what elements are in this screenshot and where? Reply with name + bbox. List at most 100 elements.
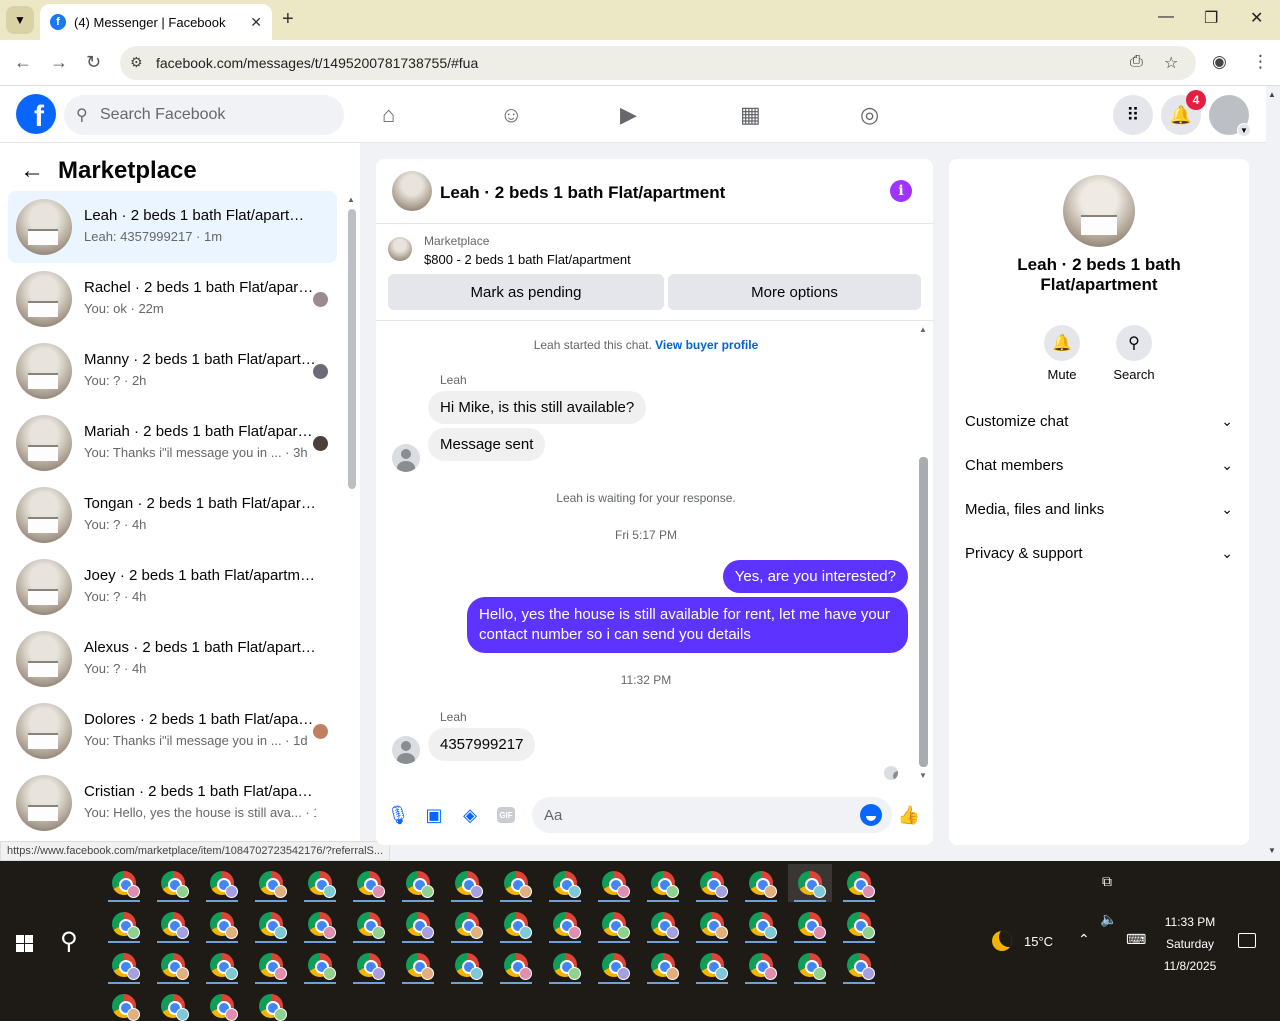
chrome-profile-icon[interactable] [347,946,391,984]
incoming-message[interactable]: Hi Mike, is this still available? [428,391,647,424]
emoji-icon[interactable] [860,804,882,826]
video-icon[interactable]: ▶ [620,102,637,128]
conversation-item[interactable]: Rachel · 2 beds 1 bath Flat/apartment Yo… [8,263,337,335]
chrome-profile-icon[interactable] [543,946,587,984]
conversation-item[interactable]: Leah · 2 beds 1 bath Flat/apartment Leah… [8,191,337,263]
chrome-profile-icon[interactable] [788,864,832,902]
mute-button[interactable]: 🔔 Mute [1032,325,1092,382]
chrome-profile-icon[interactable] [592,946,636,984]
windows-start-icon[interactable] [16,935,33,952]
menu-kebab-icon[interactable]: ⋮ [1252,52,1269,72]
back-icon[interactable]: ← [14,52,32,73]
incoming-message[interactable]: Message sent [428,428,546,461]
view-buyer-profile-link[interactable]: View buyer profile [655,338,758,352]
chrome-profile-icon[interactable] [347,905,391,943]
conversation-item[interactable]: Dolores · 2 beds 1 bath Flat/apartment Y… [8,695,337,767]
sender-avatar[interactable] [392,444,420,472]
taskbar-app-icon[interactable] [102,864,146,902]
profile-icon[interactable]: ◉ [1212,52,1227,72]
chrome-profile-icon[interactable] [494,905,538,943]
menu-grid-icon[interactable]: ⠿ [1113,95,1153,135]
chrome-profile-icon[interactable] [788,946,832,984]
chat-scroll-up-icon[interactable]: ▲ [919,325,927,334]
chrome-profile-icon[interactable] [592,905,636,943]
chat-scrollbar[interactable] [919,457,928,767]
thumbs-up-icon[interactable]: 👍 [898,804,920,826]
chrome-profile-icon[interactable] [641,905,685,943]
chrome-profile-icon[interactable] [151,946,195,984]
notification-center-icon[interactable] [1238,933,1256,948]
sidebar-scrollbar[interactable] [348,209,356,489]
system-clock[interactable]: 11:33 PM Saturday 11/8/2025 [1150,911,1230,977]
tab-search-icon[interactable]: ▼ [6,6,34,34]
sidebar-scroll-up-icon[interactable]: ▲ [347,195,355,204]
site-settings-icon[interactable]: ⚙ [130,54,143,71]
chrome-profile-icon[interactable] [200,946,244,984]
chrome-profile-icon[interactable] [690,946,734,984]
media-files-links-row[interactable]: Media, files and links ⌄ [965,487,1233,531]
chrome-profile-icon[interactable] [690,864,734,902]
bookmark-star-icon[interactable]: ☆ [1164,53,1178,73]
chrome-profile-icon[interactable] [788,905,832,943]
chrome-profile-icon[interactable] [249,864,293,902]
outgoing-message[interactable]: Hello, yes the house is still available … [467,597,908,653]
chrome-profile-icon[interactable] [592,864,636,902]
show-hidden-icons-chevron-icon[interactable]: ⌃ [1078,931,1090,948]
reload-icon[interactable]: ↻ [86,52,101,73]
info-icon[interactable]: i [890,180,912,202]
chrome-profile-icon[interactable] [494,946,538,984]
forward-icon[interactable]: → [50,52,68,73]
chrome-profile-icon[interactable] [396,905,440,943]
chrome-profile-icon[interactable] [249,905,293,943]
keyboard-icon[interactable]: ⌨ [1126,931,1146,948]
restore-icon[interactable]: ❐ [1204,8,1218,28]
chrome-profile-icon[interactable] [102,946,146,984]
account-avatar[interactable]: ▼ [1209,95,1251,137]
chrome-profile-icon[interactable] [445,864,489,902]
chrome-profile-icon[interactable] [494,864,538,902]
outgoing-message[interactable]: Yes, are you interested? [722,560,908,593]
sender-avatar[interactable] [392,736,420,764]
facebook-search-input[interactable]: ⚲ Search Facebook [64,95,344,135]
mark-as-pending-button[interactable]: Mark as pending [388,274,664,310]
chrome-profile-icon[interactable] [641,864,685,902]
chat-title[interactable]: Leah · 2 beds 1 bath Flat/apartment [440,183,725,203]
meet-now-icon[interactable]: ⧉ [1102,873,1112,890]
window-close-icon[interactable]: ✕ [1250,8,1263,28]
tab-close-icon[interactable]: ✕ [250,14,262,31]
chrome-profile-icon[interactable] [200,905,244,943]
facebook-logo-icon[interactable]: f [16,94,56,134]
chrome-profile-icon[interactable] [396,946,440,984]
conversation-item[interactable]: Tongan · 2 beds 1 bath Flat/apartment Yo… [8,479,337,551]
gif-icon[interactable]: GIF [497,807,515,823]
taskbar-search-icon[interactable]: ⚲ [60,927,78,956]
chrome-profile-icon[interactable] [543,905,587,943]
page-scroll-down-icon[interactable]: ▼ [1268,846,1276,855]
chrome-profile-icon[interactable] [200,864,244,902]
chrome-profile-icon[interactable] [298,864,342,902]
chrome-profile-icon[interactable] [445,946,489,984]
page-scroll-up-icon[interactable]: ▲ [1268,90,1276,99]
chrome-profile-icon[interactable] [151,987,195,1021]
conversation-item[interactable]: Joey · 2 beds 1 bath Flat/apartment You:… [8,551,337,623]
listing-thumbnail[interactable] [388,237,412,261]
marketplace-icon[interactable]: ▦ [740,102,761,128]
gaming-icon[interactable]: ◎ [860,102,879,128]
weather-widget[interactable]: 15°C [992,931,1053,951]
chrome-profile-icon[interactable] [543,864,587,902]
search-in-chat-button[interactable]: ⚲ Search [1104,325,1164,382]
chrome-profile-icon[interactable] [347,864,391,902]
more-options-button[interactable]: More options [668,274,921,310]
chrome-profile-icon[interactable] [102,905,146,943]
friends-icon[interactable]: ☺ [500,102,522,128]
home-icon[interactable]: ⌂ [382,102,395,128]
customize-chat-row[interactable]: Customize chat ⌄ [965,399,1233,443]
chrome-profile-icon[interactable] [739,864,783,902]
browser-tab[interactable]: f (4) Messenger | Facebook ✕ [40,4,272,40]
chrome-profile-icon[interactable] [837,946,881,984]
chrome-profile-icon[interactable] [739,905,783,943]
chat-avatar[interactable] [392,171,432,211]
minimize-icon[interactable]: — [1158,8,1174,26]
chrome-profile-icon[interactable] [151,905,195,943]
sticker-icon[interactable]: ◈ [459,804,481,826]
